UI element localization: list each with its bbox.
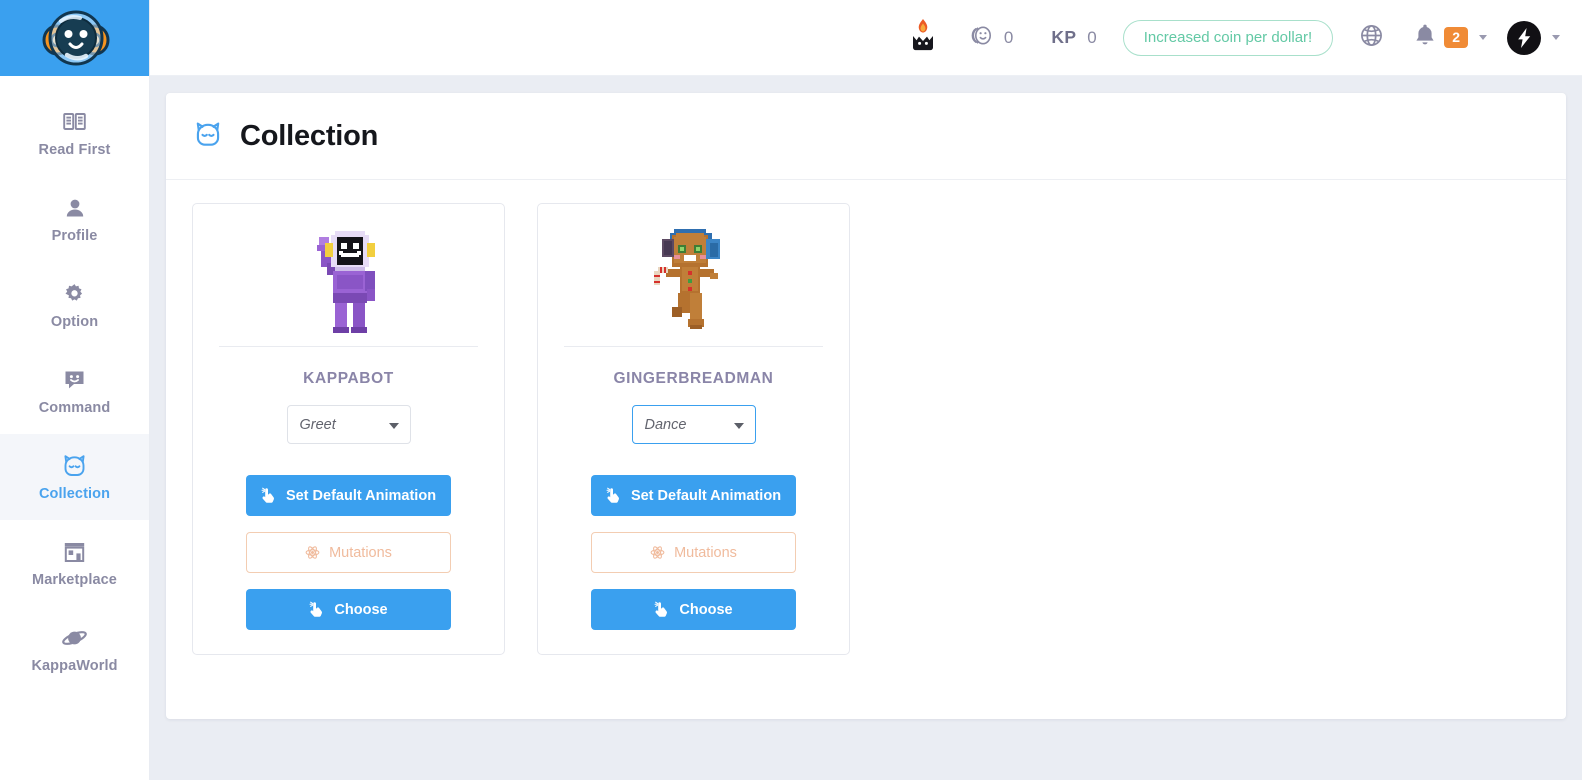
sidebar-item-profile[interactable]: Profile xyxy=(0,176,149,262)
user-icon xyxy=(64,195,86,221)
hand-pointer-icon xyxy=(654,601,670,618)
card-title: GINGERBREADMAN xyxy=(613,370,774,387)
mutations-button[interactable]: Mutations xyxy=(246,532,451,573)
panel-header: Collection xyxy=(166,93,1566,180)
button-label: Mutations xyxy=(329,544,392,561)
button-label: Set Default Animation xyxy=(630,487,782,504)
sidebar-item-option[interactable]: Option xyxy=(0,262,149,348)
sidebar-item-label: Command xyxy=(38,399,111,416)
content-area: Collection KAPPABOT Greet Set Default An… xyxy=(150,76,1582,780)
sidebar-item-label: Collection xyxy=(38,485,111,502)
button-label: Set Default Animation xyxy=(285,487,437,504)
sidebar-item-label: KappaWorld xyxy=(31,657,118,674)
app-root: Read First Profile Option Command Collec… xyxy=(0,0,1582,780)
collection-card[interactable]: GINGERBREADMAN Dance Set Default Animati… xyxy=(537,203,850,655)
atom-icon xyxy=(305,545,320,560)
globe-icon[interactable] xyxy=(1359,23,1384,53)
chat-smiley-icon xyxy=(63,367,86,393)
sidebar-nav: Read First Profile Option Command Collec… xyxy=(0,76,149,692)
cat-face-icon xyxy=(62,453,87,479)
sidebar-item-read-first[interactable]: Read First xyxy=(0,90,149,176)
bell-icon xyxy=(1414,23,1436,52)
planet-icon xyxy=(62,625,87,651)
sidebar-item-collection[interactable]: Collection xyxy=(0,434,149,520)
coin-value: 0 xyxy=(1003,27,1014,47)
user-menu[interactable] xyxy=(1507,20,1560,55)
collection-panel: Collection KAPPABOT Greet Set Default An… xyxy=(166,93,1566,719)
sidebar-item-label: Profile xyxy=(51,227,98,244)
card-divider xyxy=(219,346,478,347)
chevron-down-icon xyxy=(1479,35,1487,40)
sidebar-item-label: Read First xyxy=(38,141,111,158)
hand-pointer-icon xyxy=(309,601,325,618)
card-divider xyxy=(564,346,823,347)
set-default-animation-button[interactable]: Set Default Animation xyxy=(246,475,451,516)
coin-icon xyxy=(970,23,995,53)
promo-banner[interactable]: Increased coin per dollar! xyxy=(1122,19,1334,56)
card-actions: Set Default Animation Mutations Choose xyxy=(564,475,823,630)
sidebar-item-kappaworld[interactable]: KappaWorld xyxy=(0,606,149,692)
main-area: 0 KP 0 Increased coin per dollar! 2 Coll… xyxy=(150,0,1582,780)
brand-logo[interactable] xyxy=(0,0,149,76)
sidebar-item-command[interactable]: Command xyxy=(0,348,149,434)
page-title: Collection xyxy=(240,119,379,152)
sidebar-item-label: Option xyxy=(50,313,99,330)
store-icon xyxy=(63,539,86,565)
choose-button[interactable]: Choose xyxy=(246,589,451,630)
avatar xyxy=(1507,20,1541,55)
sidebar: Read First Profile Option Command Collec… xyxy=(0,0,150,780)
hand-pointer-icon xyxy=(261,487,277,504)
atom-icon xyxy=(650,545,665,560)
top-bar: 0 KP 0 Increased coin per dollar! 2 xyxy=(150,0,1582,76)
button-label: Mutations xyxy=(674,544,737,561)
card-title: KAPPABOT xyxy=(303,370,394,387)
coin-counter[interactable]: 0 xyxy=(970,23,1013,53)
kp-value: 0 xyxy=(1087,27,1097,47)
book-icon xyxy=(63,109,86,135)
notifications[interactable]: 2 xyxy=(1414,23,1487,52)
animation-select-wrapper: Greet xyxy=(286,405,411,444)
collection-card-list: KAPPABOT Greet Set Default Animation Mut… xyxy=(166,180,1566,678)
button-label: Choose xyxy=(679,601,733,618)
chevron-down-icon xyxy=(388,422,399,429)
kp-label: KP xyxy=(1051,27,1077,47)
collection-card[interactable]: KAPPABOT Greet Set Default Animation Mut… xyxy=(192,203,505,655)
gear-icon xyxy=(63,281,86,307)
mutations-button[interactable]: Mutations xyxy=(591,532,796,573)
button-label: Choose xyxy=(334,601,388,618)
chevron-down-icon xyxy=(1552,35,1560,40)
hand-pointer-icon xyxy=(606,487,622,504)
set-default-animation-button[interactable]: Set Default Animation xyxy=(591,475,796,516)
cat-face-icon xyxy=(194,121,222,152)
card-actions: Set Default Animation Mutations Choose xyxy=(219,475,478,630)
chevron-down-icon xyxy=(733,422,744,429)
purple-astronaut-pixel-art-icon xyxy=(219,218,478,340)
kappa-astronaut-logo-icon xyxy=(37,7,113,69)
sidebar-item-label: Marketplace xyxy=(32,571,117,588)
notification-badge: 2 xyxy=(1444,27,1468,48)
gingerbread-man-pixel-art-icon xyxy=(564,218,823,340)
choose-button[interactable]: Choose xyxy=(591,589,796,630)
sidebar-item-marketplace[interactable]: Marketplace xyxy=(0,520,149,606)
kp-counter[interactable]: KP 0 xyxy=(1051,27,1096,48)
flame-cat-icon[interactable] xyxy=(910,18,936,57)
animation-select-wrapper: Dance xyxy=(631,405,756,444)
